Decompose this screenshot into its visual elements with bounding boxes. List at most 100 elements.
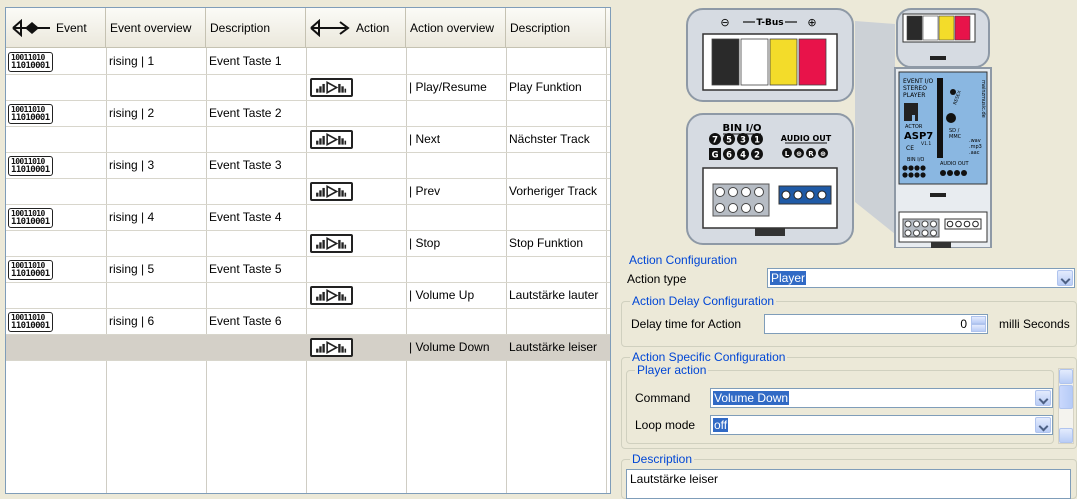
tbus-color-strip	[711, 38, 740, 86]
player-action-icon	[310, 78, 353, 97]
module-terminal-dot	[972, 220, 979, 228]
command-label: Command	[635, 391, 691, 405]
column-header-action[interactable]: Action	[306, 8, 406, 48]
action-row[interactable]: | Play/Resume Play Funktion	[6, 75, 610, 101]
module-audio-pin	[947, 170, 953, 176]
module-bin-pin	[908, 172, 914, 178]
action-row[interactable]: | Stop Stop Funktion	[6, 231, 610, 257]
action-configuration-legend: Action Configuration	[627, 253, 740, 267]
chevron-down-icon[interactable]	[1057, 270, 1073, 286]
module-terminal-dot	[921, 220, 929, 228]
column-header-description-2[interactable]: Description	[506, 8, 606, 48]
terminal-dot	[741, 187, 751, 197]
bin-io-bottom-label: 6	[726, 149, 732, 159]
column-header-action-overview[interactable]: Action overview	[406, 8, 506, 48]
description-textarea[interactable]: Lautstärke leiser	[626, 469, 1071, 499]
action-overview-cell: | Volume Down	[409, 340, 490, 354]
module-bin-pin	[908, 165, 914, 171]
event-row[interactable]: 10011010 11010001 rising | 5 Event Taste 5	[6, 257, 610, 283]
action-overview-cell: | Volume Up	[409, 288, 475, 302]
action-delay-group: Action Delay Configuration Delay time fo…	[621, 294, 1077, 347]
action-icon-cell	[306, 231, 406, 256]
action-icon-cell	[306, 179, 406, 204]
binary-event-icon: 10011010 11010001	[8, 52, 53, 72]
bin-io-bottom-label: 4	[740, 149, 746, 159]
spinner-up-icon[interactable]	[971, 316, 986, 324]
module-mmc-label: MMC	[949, 134, 962, 140]
action-row[interactable]: | Volume Up Lautstärke lauter	[6, 283, 610, 309]
module-bin-pin	[902, 172, 908, 178]
grid-header: Event Event overview Description Action …	[6, 8, 610, 48]
module-actor-label: ACTOR	[905, 124, 923, 130]
scroll-down-icon[interactable]	[1059, 428, 1073, 443]
action-specific-legend: Action Specific Configuration	[630, 350, 788, 364]
bin-io-bottom-label: 2	[754, 149, 760, 159]
event-row[interactable]: 10011010 11010001 rising | 3 Event Taste 3	[6, 153, 610, 179]
delay-time-spinner[interactable]: 0	[764, 314, 988, 334]
column-header-event[interactable]: Event	[6, 8, 106, 48]
module-title-line-1: EVENT I/O	[903, 78, 934, 85]
module-terminal-dot	[921, 229, 929, 237]
column-header-event-overview[interactable]: Event overview	[106, 8, 206, 48]
action-row[interactable]: | Next Nächster Track	[6, 127, 610, 153]
scroll-thumb[interactable]	[1059, 385, 1073, 409]
bin-io-top-label: 7	[712, 134, 718, 144]
module-bin-pin	[920, 165, 926, 171]
action-row[interactable]: | Prev Vorheriger Track	[6, 179, 610, 205]
event-row[interactable]: 10011010 11010001 rising | 1 Event Taste 1	[6, 49, 610, 75]
terminal-dot	[715, 187, 725, 197]
spinner-down-icon[interactable]	[971, 324, 986, 332]
action-row[interactable]: | Volume Down Lautstärke leiser	[6, 335, 610, 361]
event-overview-cell: rising | 6	[109, 314, 155, 328]
bin-io-label: BIN I/O	[722, 123, 761, 134]
tbus-minus-symbol: ⊖	[720, 16, 729, 29]
module-terminal-dot	[904, 229, 912, 237]
module-title-line-3: PLAYER	[903, 92, 925, 99]
event-action-grid[interactable]: Event Event overview Description Action …	[5, 7, 611, 494]
module-ce-mark: CE	[906, 145, 914, 152]
description-text: Lautstärke leiser	[630, 472, 719, 486]
player-action-icon	[310, 338, 353, 357]
column-header-event-label: Event	[56, 21, 87, 35]
module-audio-pin	[954, 170, 960, 176]
delay-unit-label: milli Seconds	[999, 317, 1070, 331]
event-overview-cell: rising | 1	[109, 54, 155, 68]
module-title-line-2: STEREO	[903, 85, 927, 92]
device-diagram: ⊖ T-Bus ⊕ BIN I/O 7 5 3 1 G 6 4 2 AUDIO OUT L ⊕ R…	[686, 8, 992, 249]
command-value: Volume Down	[713, 391, 790, 405]
event-row[interactable]: 10011010 11010001 rising | 6 Event Taste 6	[6, 309, 610, 335]
chevron-down-icon[interactable]	[1035, 417, 1051, 433]
terminal-dot	[741, 203, 751, 213]
player-action-scrollbar[interactable]	[1058, 368, 1074, 444]
module-terminal-dot	[930, 220, 937, 228]
event-row[interactable]: 10011010 11010001 rising | 2 Event Taste 2	[6, 101, 610, 127]
tbus-color-strip	[798, 38, 827, 86]
action-specific-group: Action Specific Configuration Player act…	[621, 350, 1077, 449]
action-type-select[interactable]: Player	[767, 268, 1075, 288]
module-terminal-dot	[904, 220, 912, 228]
spinner-buttons	[971, 316, 986, 332]
loop-mode-select[interactable]: off	[710, 415, 1053, 435]
binary-event-icon: 10011010 11010001	[8, 208, 53, 228]
module-terminal-dot	[930, 229, 937, 237]
command-select[interactable]: Volume Down	[710, 388, 1053, 408]
terminal-dot	[728, 203, 738, 213]
tbus-color-strip	[769, 38, 798, 86]
terminal-dot	[793, 190, 803, 200]
column-header-description-1[interactable]: Description	[206, 8, 306, 48]
binary-icon-line-2: 11010001	[11, 165, 50, 175]
action-description-cell: Stop Funktion	[509, 236, 584, 250]
module-brand: mainzmusic.de	[980, 80, 986, 118]
terminal-dot	[715, 203, 725, 213]
chevron-down-icon[interactable]	[1035, 390, 1051, 406]
event-row[interactable]: 10011010 11010001 rising | 4 Event Taste 4	[6, 205, 610, 231]
bin-io-top-label: 5	[726, 134, 732, 144]
module-bin-io: BIN I/O	[907, 157, 924, 163]
module-audio-pin	[961, 170, 967, 176]
event-overview-cell: rising | 3	[109, 158, 155, 172]
scroll-up-icon[interactable]	[1059, 369, 1073, 384]
module-terminal-dot	[963, 220, 971, 228]
event-overview-cell: rising | 5	[109, 262, 155, 276]
bin-io-top-label: 1	[754, 134, 760, 144]
event-description-cell: Event Taste 6	[209, 314, 282, 328]
